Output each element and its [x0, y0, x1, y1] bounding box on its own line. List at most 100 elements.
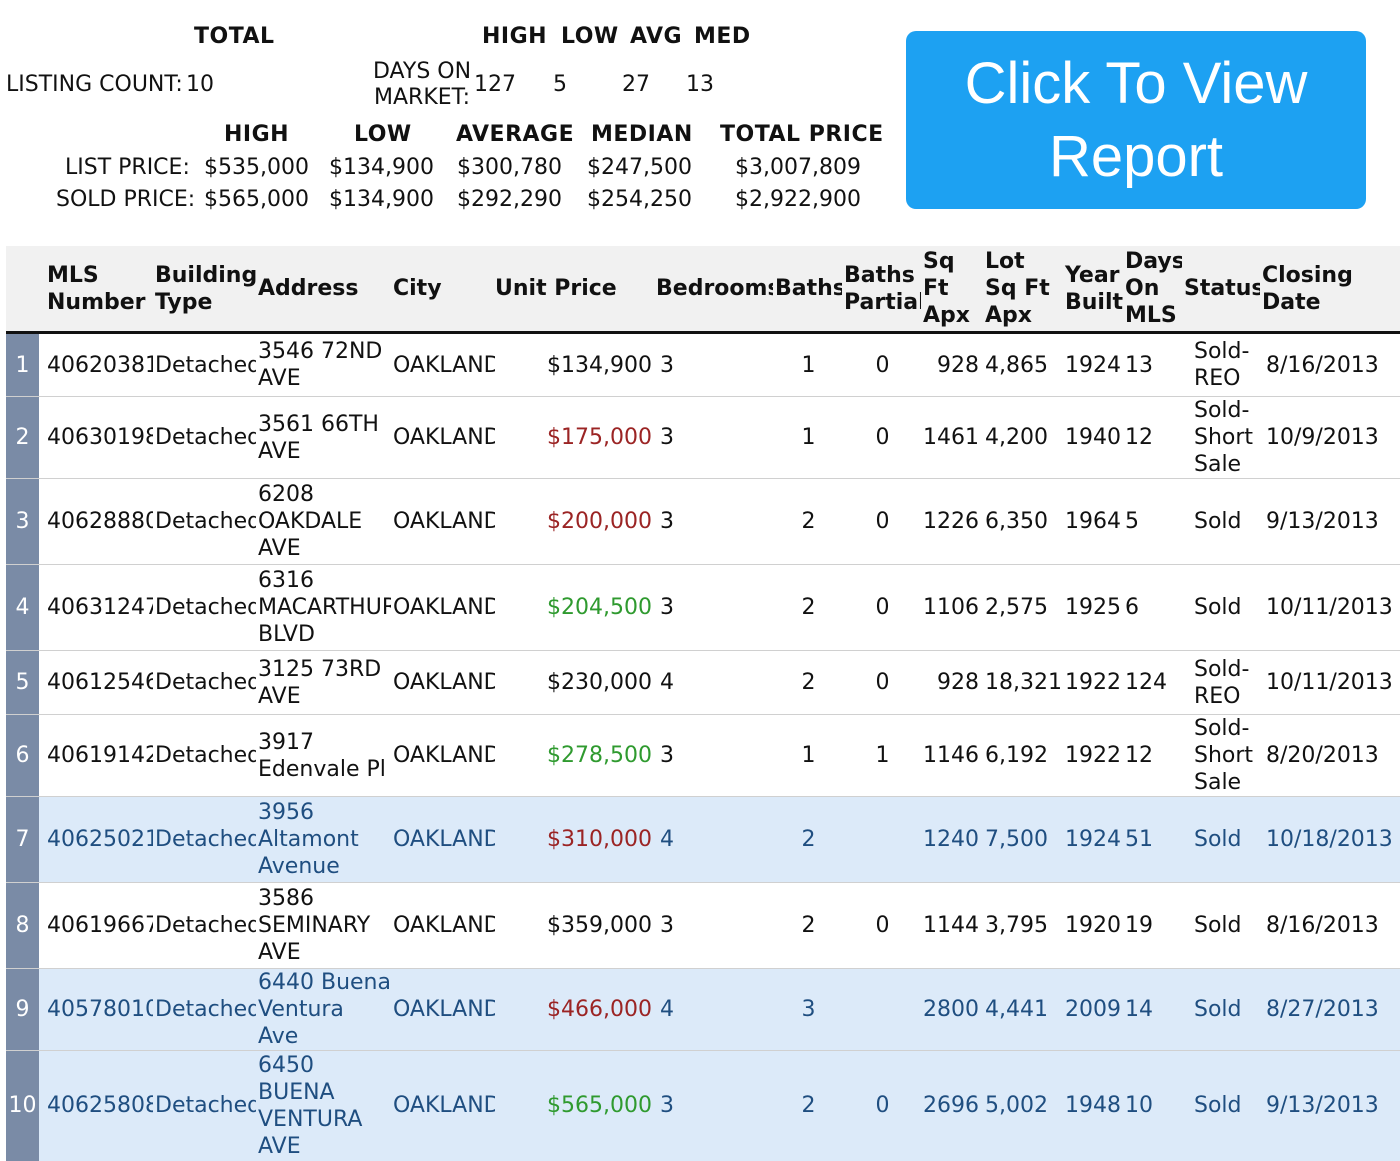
view-report-label: Click To View Report — [964, 51, 1308, 189]
lot-sqft-cell: 4,865 — [983, 332, 1063, 397]
header-mls-number[interactable]: MLS Number — [39, 246, 153, 334]
days-on-mls-cell: 10 — [1123, 1050, 1182, 1161]
table-row[interactable]: 6 40619142 Detached 3917 Edenvale Pl OAKLAND… — [6, 714, 1400, 797]
unit-price-cell: $204,500 — [495, 564, 656, 651]
mls-number-cell[interactable]: 40631247 — [39, 564, 153, 651]
closing-date-cell: 10/9/2013 — [1260, 396, 1400, 479]
address-cell[interactable]: 3546 72ND AVE — [256, 332, 391, 397]
building-type-cell: Detached — [153, 332, 256, 397]
year-built-cell: 1922 — [1063, 714, 1123, 797]
status-cell: Sold — [1182, 564, 1260, 651]
mls-number-cell[interactable]: 40628880 — [39, 478, 153, 565]
table-row[interactable]: 10 40625808 Detached 6450 BUENA VENTURA AVE… — [6, 1050, 1400, 1161]
dom-label-line1: DAYS ON — [373, 59, 472, 84]
table-row[interactable]: 4 40631247 Detached 6316 MACARTHUR BLVD OAKL… — [6, 564, 1400, 651]
header-baths[interactable]: Baths — [773, 246, 842, 334]
header-days-on-mls[interactable]: Days On MLS — [1123, 246, 1182, 334]
building-type-cell: Detached — [153, 564, 256, 651]
days-on-mls-cell: 12 — [1123, 396, 1182, 479]
header-year-built[interactable]: Year Built — [1063, 246, 1123, 334]
table-row[interactable]: 2 40630198 Detached 3561 66TH AVE OAKLAND $17… — [6, 396, 1400, 479]
baths-cell: 1 — [773, 396, 842, 479]
bedrooms-cell: 4 — [656, 968, 773, 1051]
header-city[interactable]: City — [391, 246, 495, 334]
unit-price-cell: $466,000 — [495, 968, 656, 1051]
index-header — [6, 246, 39, 334]
mls-number-cell[interactable]: 40619667 — [39, 882, 153, 969]
bedrooms-cell: 3 — [656, 332, 773, 397]
total-heading: TOTAL — [194, 24, 275, 49]
bedrooms-cell: 3 — [656, 396, 773, 479]
list-price-label: LIST PRICE: — [65, 155, 190, 180]
year-built-cell: 1922 — [1063, 650, 1123, 715]
address-cell[interactable]: 3125 73RD AVE — [256, 650, 391, 715]
days-on-mls-cell: 6 — [1123, 564, 1182, 651]
days-on-mls-cell: 12 — [1123, 714, 1182, 797]
baths-cell: 2 — [773, 478, 842, 565]
header-lot-sq-ft-apx[interactable]: Lot Sq Ft Apx — [983, 246, 1063, 334]
sold-price-label: SOLD PRICE: — [56, 187, 196, 212]
header-address[interactable]: Address — [256, 246, 391, 334]
bedrooms-cell: 3 — [656, 882, 773, 969]
mls-number-cell[interactable]: 40625808 — [39, 1050, 153, 1161]
row-index: 9 — [6, 968, 39, 1051]
status-cell: Sold — [1182, 968, 1260, 1051]
dom-avg-heading: AVG — [630, 24, 683, 49]
baths-partial-cell: 0 — [842, 332, 921, 397]
header-building-type[interactable]: Building Type — [153, 246, 256, 334]
header-closing-date[interactable]: Closing Date — [1260, 246, 1400, 334]
price-high-heading: HIGH — [224, 122, 290, 147]
header-bedrooms[interactable]: Bedrooms — [656, 246, 773, 334]
table-row[interactable]: 9 40578010 Detached 6440 Buena Ventura Ave O… — [6, 968, 1400, 1051]
mls-number-cell[interactable]: 40620381 — [39, 332, 153, 397]
address-cell[interactable]: 6440 Buena Ventura Ave — [256, 968, 391, 1051]
lot-sqft-cell: 6,192 — [983, 714, 1063, 797]
price-average-heading: AVERAGE — [456, 122, 575, 147]
table-row[interactable]: 7 40625021 Detached 3956 Altamont Avenue OAK… — [6, 796, 1400, 883]
dom-high-value: 127 — [474, 72, 516, 97]
closing-date-cell: 8/27/2013 — [1260, 968, 1400, 1051]
address-cell[interactable]: 6208 OAKDALE AVE — [256, 478, 391, 565]
building-type-cell: Detached — [153, 968, 256, 1051]
mls-number-cell[interactable]: 40625021 — [39, 796, 153, 883]
status-cell: Sold-Short Sale — [1182, 714, 1260, 797]
address-cell[interactable]: 6450 BUENA VENTURA AVE — [256, 1050, 391, 1161]
table-row[interactable]: 1 40620381 Detached 3546 72ND AVE OAKLAND $13… — [6, 332, 1400, 397]
table-row[interactable]: 5 40612546 Detached 3125 73RD AVE OAKLAND $23… — [6, 650, 1400, 715]
header-unit-price[interactable]: Unit Price — [495, 246, 656, 334]
header-sq-ft-apx[interactable]: Sq Ft Apx — [921, 246, 983, 334]
mls-number-cell[interactable]: 40630198 — [39, 396, 153, 479]
address-cell[interactable]: 3956 Altamont Avenue — [256, 796, 391, 883]
row-index: 8 — [6, 882, 39, 969]
days-on-mls-cell: 51 — [1123, 796, 1182, 883]
building-type-cell: Detached — [153, 796, 256, 883]
mls-number-cell[interactable]: 40619142 — [39, 714, 153, 797]
days-on-mls-cell: 14 — [1123, 968, 1182, 1051]
baths-partial-cell: 0 — [842, 478, 921, 565]
table-row[interactable]: 3 40628880 Detached 6208 OAKDALE AVE OAKLAND… — [6, 478, 1400, 565]
address-cell[interactable]: 6316 MACARTHUR BLVD — [256, 564, 391, 651]
table-row[interactable]: 8 40619667 Detached 3586 SEMINARY AVE OAKLAN… — [6, 882, 1400, 969]
view-report-button[interactable]: Click To View Report — [906, 31, 1366, 209]
mls-number-cell[interactable]: 40612546 — [39, 650, 153, 715]
dom-med-heading: MED — [694, 24, 751, 49]
header-status[interactable]: Status — [1182, 246, 1260, 334]
address-cell[interactable]: 3561 66TH AVE — [256, 396, 391, 479]
building-type-cell: Detached — [153, 1050, 256, 1161]
price-total-heading: TOTAL PRICE — [720, 122, 884, 147]
sqft-cell: 928 — [921, 650, 983, 715]
header-baths-partial[interactable]: Baths Partial — [842, 246, 921, 334]
address-cell[interactable]: 3586 SEMINARY AVE — [256, 882, 391, 969]
sqft-cell: 1240 — [921, 796, 983, 883]
building-type-cell: Detached — [153, 882, 256, 969]
bedrooms-cell: 4 — [656, 650, 773, 715]
address-cell[interactable]: 3917 Edenvale Pl — [256, 714, 391, 797]
bedrooms-cell: 3 — [656, 714, 773, 797]
mls-number-cell[interactable]: 40578010 — [39, 968, 153, 1051]
listings-body: 1 40620381 Detached 3546 72ND AVE OAKLAND $13… — [6, 332, 1400, 1161]
closing-date-cell: 8/20/2013 — [1260, 714, 1400, 797]
dom-low-heading: LOW — [561, 24, 619, 49]
city-cell: OAKLAND — [391, 478, 495, 565]
sqft-cell: 1146 — [921, 714, 983, 797]
dom-avg-value: 27 — [622, 72, 650, 97]
